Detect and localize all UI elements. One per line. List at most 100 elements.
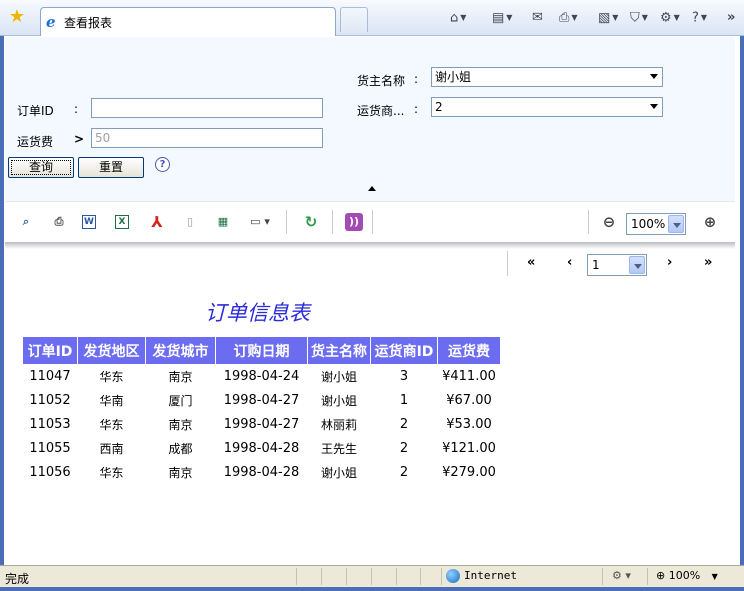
print-icon[interactable]: ⎙	[50, 213, 68, 231]
new-tab-button[interactable]	[340, 7, 368, 32]
shipper-label: 运货商...	[357, 104, 405, 118]
chevron-down-icon	[629, 256, 645, 274]
excel-data-export-icon[interactable]: ▦	[214, 213, 232, 231]
table-header-row: 订单ID 发货地区 发货城市 订购日期 货主名称 运货商ID 运货费	[22, 336, 501, 365]
chevron-down-icon	[650, 74, 658, 79]
table-row: 11053 华东 南京 1998-04-27 林丽莉 2 ¥53.00	[23, 413, 501, 437]
owner-name-cell: 谢小姐	[320, 394, 357, 408]
order-id-cell: 11053	[29, 417, 71, 432]
ship-city-cell: 成都	[168, 442, 193, 456]
order-date-cell: 1998-04-28	[223, 465, 300, 480]
pdf-export-icon[interactable]: ⅄	[148, 213, 166, 231]
shipper-id-cell: 3	[399, 369, 409, 385]
owner-name-cell: 王先生	[320, 442, 357, 456]
last-page-button[interactable]: »	[704, 256, 712, 270]
order-id-label: 订单ID	[17, 104, 54, 118]
text-export-icon[interactable]: ▯	[181, 213, 199, 231]
table-row: 11052 华南 厦门 1998-04-27 谢小姐 1 ¥67.00	[23, 389, 501, 413]
query-panel: 货主名称 : 谢小姐 运货商... : 2 订单ID : 运货费 > 50 查询…	[5, 37, 735, 201]
ship-city-cell: 厦门	[168, 394, 193, 408]
owner-name-colon: :	[414, 72, 419, 86]
feeds-icon[interactable]: ▤ ▼	[492, 8, 512, 28]
owner-name-cell: 林丽莉	[320, 418, 357, 432]
safety-menu-icon[interactable]: ⛉ ▼	[630, 8, 648, 28]
toolbar-divider	[332, 210, 333, 234]
owner-name-value: 谢小姐	[435, 70, 472, 84]
window-border-left	[0, 36, 4, 565]
order-id-input[interactable]	[91, 98, 323, 118]
first-page-button[interactable]: «	[527, 256, 535, 270]
owner-name-cell: 谢小姐	[320, 370, 357, 385]
report-toolbar: ⌕ ⎙ W X ⅄ ▯ ▦ ▭ ▾ ↻ )) ⊖ 100% ⊕	[5, 201, 735, 242]
shipper-id-cell: 2	[399, 465, 409, 480]
zoom-select[interactable]: 100%	[626, 213, 686, 235]
security-zone-label: Internet	[464, 569, 517, 582]
query-button[interactable]: 查询	[8, 157, 74, 178]
tools-gear-icon[interactable]: ⚙ ▼	[660, 8, 680, 28]
shipper-select[interactable]: 2	[431, 97, 663, 117]
favorites-star-icon[interactable]: ★	[7, 7, 27, 27]
status-divider	[602, 568, 603, 585]
column-header: 货主名称	[307, 336, 371, 365]
word-export-icon[interactable]: W	[82, 215, 96, 229]
order-id-cell: 11047	[29, 369, 71, 385]
window-border-bottom	[0, 587, 744, 591]
freight-cell: ¥411.00	[442, 369, 496, 385]
print-icon[interactable]: ⎙ ▼	[559, 8, 578, 28]
column-header: 发货城市	[145, 336, 216, 365]
home-icon[interactable]: ⌂ ▼	[450, 8, 466, 28]
toolbar-divider	[372, 210, 373, 234]
next-page-button[interactable]: ›	[667, 256, 672, 270]
column-header: 运货费	[437, 336, 501, 365]
help-icon[interactable]: ?	[155, 157, 170, 172]
column-header: 运货商ID	[370, 336, 438, 365]
report-table: 订单ID 发货地区 发货城市 订购日期 货主名称 运货商ID 运货费 11047…	[22, 336, 501, 485]
protected-mode-icon[interactable]: ⚙ ▾	[612, 569, 631, 582]
security-zone[interactable]: Internet	[446, 569, 517, 583]
order-date-cell: 1998-04-27	[223, 417, 300, 432]
ie-logo-icon: e	[46, 13, 56, 31]
status-text: 完成	[5, 572, 30, 586]
ship-city-cell: 南京	[168, 466, 193, 480]
page-menu-icon[interactable]: ▧ ▼	[598, 8, 618, 28]
help-menu-icon[interactable]: ? ▼	[692, 8, 707, 28]
mail-icon[interactable]: ✉	[532, 8, 543, 28]
rss-icon[interactable]: ))	[345, 213, 363, 231]
column-header: 订单ID	[22, 336, 78, 365]
page-value: 1	[592, 258, 600, 272]
reset-button[interactable]: 重置	[78, 157, 144, 178]
page-select[interactable]: 1	[587, 254, 647, 276]
zoom-out-icon[interactable]: ⊖	[600, 213, 618, 231]
browser-tab-bar: ★ e 查看报表 ⌂ ▼ ▤ ▼ ✉ ⎙ ▼ ▧ ▼ ⛉ ▼ ⚙ ▼ ? ▼ »	[0, 0, 744, 36]
column-header: 订购日期	[215, 336, 308, 365]
refresh-icon[interactable]: ↻	[302, 213, 320, 231]
status-zoom-value: 100%	[668, 569, 701, 582]
report-title: 订单信息表	[205, 301, 310, 325]
owner-name-select[interactable]: 谢小姐	[431, 67, 663, 87]
zoom-in-icon[interactable]: ⊕	[701, 213, 719, 231]
tab-title: 查看报表	[64, 16, 113, 30]
ship-city-cell: 南京	[168, 370, 193, 385]
more-commands-button[interactable]: »	[727, 8, 735, 28]
freight-input[interactable]: 50	[91, 128, 323, 148]
toolbar-divider	[588, 210, 589, 234]
status-divider	[396, 568, 397, 585]
search-icon[interactable]: ⌕	[17, 213, 35, 231]
status-divider	[321, 568, 322, 585]
status-bar: 完成 Internet ⚙ ▾ ⊕ 100% ▼	[0, 565, 744, 587]
ship-region-cell: 华东	[99, 370, 124, 385]
table-row: 11056 华东 南京 1998-04-28 谢小姐 2 ¥279.00	[23, 461, 501, 485]
browser-tab[interactable]: e 查看报表	[40, 7, 336, 36]
excel-export-icon[interactable]: X	[115, 215, 129, 229]
order-id-colon: :	[74, 102, 79, 116]
globe-icon	[446, 569, 460, 583]
status-divider	[296, 568, 297, 585]
freight-cell: ¥53.00	[446, 417, 492, 432]
prev-page-button[interactable]: ‹	[567, 256, 572, 270]
status-zoom[interactable]: ⊕ 100% ▼	[656, 569, 718, 582]
display-mode-icon[interactable]: ▭ ▾	[245, 213, 275, 231]
toolbar-divider	[286, 210, 287, 234]
collapse-up-icon[interactable]	[368, 186, 376, 191]
ship-region-cell: 华东	[99, 418, 124, 432]
shipper-colon: :	[414, 102, 419, 116]
